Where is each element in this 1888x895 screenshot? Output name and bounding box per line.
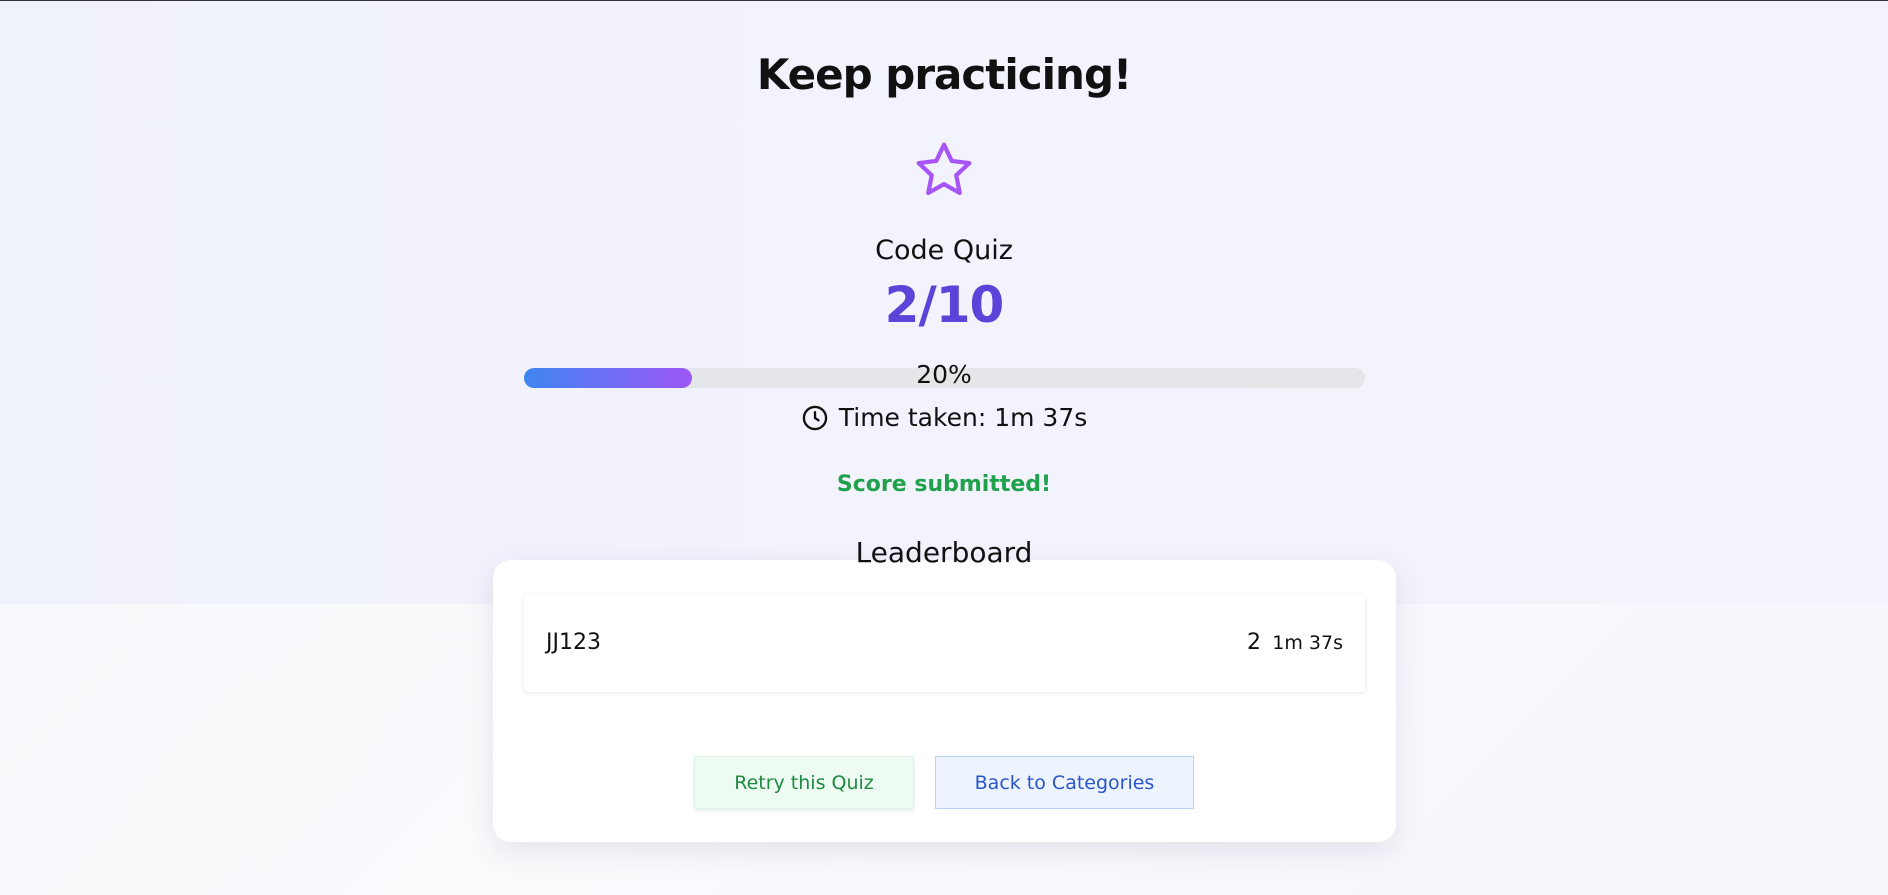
retry-quiz-button[interactable]: Retry this Quiz xyxy=(694,756,914,809)
time-taken: Time taken: 1m 37s xyxy=(0,403,1888,432)
progress-percent: 20% xyxy=(916,360,972,389)
leaderboard-player-score: 2 xyxy=(1247,630,1261,655)
time-taken-value: 1m 37s xyxy=(994,403,1088,432)
leaderboard-title: Leaderboard xyxy=(855,536,1033,569)
result-headline: Keep practicing! xyxy=(756,50,1132,99)
clock-icon xyxy=(801,404,829,432)
submission-status: Score submitted! xyxy=(836,472,1052,497)
star-icon xyxy=(912,138,976,202)
leaderboard-player-time: 1m 37s xyxy=(1272,632,1343,654)
score-display: 2/10 xyxy=(884,276,1005,334)
leaderboard-player-name: JJ123 xyxy=(546,630,601,655)
time-taken-label: Time taken: xyxy=(838,403,987,432)
quiz-title: Code Quiz xyxy=(875,235,1013,266)
leaderboard-row: JJ123 2 1m 37s xyxy=(524,594,1365,692)
back-to-categories-button[interactable]: Back to Categories xyxy=(935,756,1194,809)
